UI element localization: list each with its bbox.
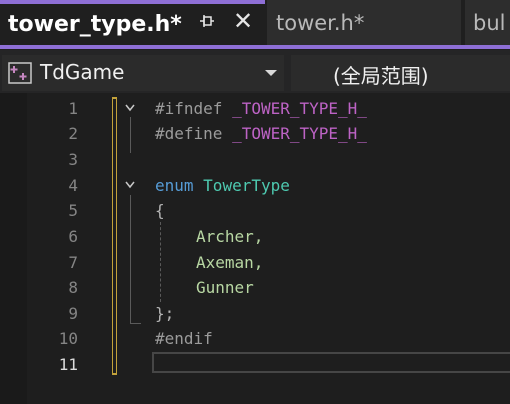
code-line-6: Archer,	[196, 227, 264, 246]
keyword: enum	[155, 176, 194, 195]
macro-name: _TOWER_TYPE_H_	[232, 99, 367, 118]
line-number: 9	[68, 304, 78, 323]
code-line-7: Axeman,	[196, 253, 264, 272]
code-line-9: };	[155, 304, 175, 323]
line-number: 1	[68, 99, 78, 118]
code-line-5: {	[155, 201, 165, 220]
code-line-10: #endif	[155, 329, 213, 348]
type-name: TowerType	[203, 176, 290, 195]
pin-icon[interactable]	[199, 13, 215, 29]
current-line-highlight[interactable]	[152, 352, 510, 373]
line-number: 2	[68, 124, 78, 143]
chevron-down-icon[interactable]	[265, 70, 277, 76]
glyph-margin	[0, 93, 27, 404]
fold-chevron-icon[interactable]	[125, 103, 135, 113]
line-number: 5	[68, 201, 78, 220]
tab-label: bul	[473, 10, 506, 35]
preprocessor-directive: #define	[155, 124, 223, 143]
tab-label: tower_type.h*	[8, 12, 182, 37]
code-line-4: enum TowerType	[155, 176, 290, 195]
line-number: 8	[68, 278, 78, 297]
tab-underline	[0, 45, 510, 49]
close-icon[interactable]: ✕	[233, 9, 253, 33]
line-number: 7	[68, 253, 78, 272]
project-scope-label: TdGame	[40, 60, 125, 84]
line-number: 10	[58, 329, 78, 348]
line-number: 6	[68, 227, 78, 246]
tab-bul[interactable]: bul	[465, 0, 510, 45]
tab-tower-h[interactable]: tower.h*	[267, 0, 461, 45]
line-number-current: 11	[58, 355, 78, 374]
tab-tower-type-h[interactable]: tower_type.h*	[0, 0, 265, 45]
macro-name: _TOWER_TYPE_H_	[232, 124, 367, 143]
indent-guide	[160, 222, 161, 302]
line-number: 3	[68, 150, 78, 169]
code-line-2: #define _TOWER_TYPE_H_	[155, 124, 367, 143]
member-scope-label: (全局范围)	[333, 64, 429, 88]
project-icon	[8, 62, 32, 84]
tab-label: tower.h*	[276, 10, 365, 35]
preprocessor-directive: #ifndef	[155, 99, 223, 118]
fold-chevron-icon[interactable]	[125, 180, 135, 190]
code-line-1: #ifndef _TOWER_TYPE_H_	[155, 99, 367, 118]
outline-guide-end	[130, 295, 141, 324]
outline-guide	[130, 117, 131, 153]
line-number: 4	[68, 176, 78, 195]
code-line-8: Gunner	[196, 278, 254, 297]
